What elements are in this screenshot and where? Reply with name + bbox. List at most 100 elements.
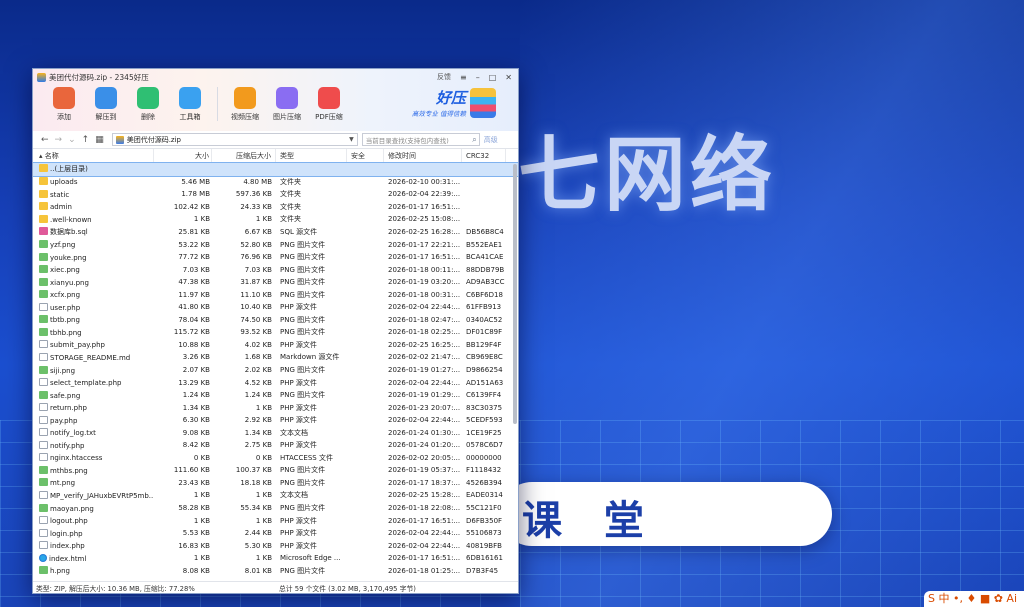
path-field[interactable]: 美团代付源码.zip ▼ [111,133,358,146]
feedback-link[interactable]: 反馈 [437,72,451,82]
file-mtime-cell: 2026-02-02 20:05:... [388,453,461,462]
table-row[interactable]: tbhb.png 115.72 KB 93.52 KB PNG 图片文件 2026-01… [33,326,518,339]
file-csize-cell: 10.40 KB [240,303,272,312]
file-name: yzf.png [50,241,76,250]
table-row[interactable]: index.html 1 KB 1 KB Microsoft Edge ... 2026… [33,552,518,565]
table-row[interactable]: xcfx.png 11.97 KB 11.10 KB PNG 图片文件 2026-01-… [33,288,518,301]
history-dropdown-icon[interactable]: ⌄ [68,135,76,145]
table-row[interactable]: 数据库b.sql 25.81 KB 6.67 KB SQL 源文件 2026-02-25… [33,226,518,239]
folder-icon [39,177,48,186]
table-row[interactable]: nginx.htaccess 0 KB 0 KB HTACCESS 文件 2026-02… [33,452,518,465]
file-name-cell: user.php [33,302,154,312]
table-row[interactable]: yzf.png 53.22 KB 52.80 KB PNG 图片文件 2026-01-1… [33,238,518,251]
table-row[interactable]: MP_verify_JAHuxbEVRtP5mb... 1 KB 1 KB 文本文档 2… [33,489,518,502]
file-crc-cell: 00000000 [466,453,502,462]
table-row[interactable]: logout.php 1 KB 1 KB PHP 源文件 2026-01-17 16:5… [33,514,518,527]
file-size-cell: 1.78 MB [181,190,210,199]
file-mtime-cell: 2026-01-19 01:27:... [388,366,461,375]
toolbar-label: 视频压缩 [231,113,259,121]
file-name: safe.png [50,391,81,400]
file-name: youke.png [50,253,87,262]
view-mode-icon[interactable]: ▦ [95,135,104,145]
file-type-cell: PHP 源文件 [280,516,317,525]
column-size[interactable]: 大小 [154,149,212,163]
table-row[interactable]: mt.png 23.43 KB 18.18 KB PNG 图片文件 2026-01-17… [33,477,518,490]
table-row[interactable]: return.php 1.34 KB 1 KB PHP 源文件 2026-01-23 2… [33,401,518,414]
advanced-search-button[interactable]: 高级 [484,135,498,145]
toolbar-button-toolbox[interactable]: 工具箱 [169,87,211,122]
back-icon[interactable]: ← [41,135,49,145]
table-row[interactable]: .well-known 1 KB 1 KB 文件夹 2026-02-25 15:08:.… [33,213,518,226]
path-text: 美团代付源码.zip [126,135,181,144]
table-row[interactable]: tbtb.png 78.04 KB 74.50 KB PNG 图片文件 2026-01-… [33,314,518,327]
table-row[interactable]: youke.png 77.72 KB 76.96 KB PNG 图片文件 2026-01… [33,251,518,264]
table-row[interactable]: login.php 5.53 KB 2.44 KB PHP 源文件 2026-02-04… [33,527,518,540]
file-type-cell: PNG 图片文件 [280,328,326,337]
toolbar-button-extract[interactable]: 解压到 [85,87,127,122]
file-csize-cell: 1 KB [255,516,272,525]
toolbar-button-add-archive[interactable]: 添加 [43,87,85,122]
file-size-cell: 25.81 KB [178,228,210,236]
table-row[interactable]: h.png 8.08 KB 8.01 KB PNG 图片文件 2026-01-18 01… [33,565,518,578]
table-row[interactable]: admin 102.42 KB 24.33 KB 文件夹 2026-01-17 16:5… [33,201,518,214]
table-row[interactable]: STORAGE_README.md 3.26 KB 1.68 KB Markdown … [33,351,518,364]
column-security[interactable]: 安全 [347,149,384,163]
toolbar-button-recycle[interactable]: 删除 [127,87,169,122]
table-row[interactable]: notify_log.txt 9.08 KB 1.34 KB 文本文档 2026-01-… [33,426,518,439]
folder-icon [39,189,48,198]
table-row[interactable]: pay.php 6.30 KB 2.92 KB PHP 源文件 2026-02-04 2… [33,414,518,427]
image-icon [39,390,48,399]
file-crc-cell: 1CE19F25 [466,428,502,437]
search-icon[interactable]: ⌕ [472,135,476,145]
file-name-cell: select_template.php [33,378,154,387]
table-row[interactable]: user.php 41.80 KB 10.40 KB PHP 源文件 2026-02-0… [33,301,518,314]
toolbar-button-pdf-compress[interactable]: PDF压缩 [308,87,350,122]
parent-directory-row[interactable]: ..(上层目录) [33,162,518,177]
table-row[interactable]: submit_pay.php 10.88 KB 4.02 KB PHP 源文件 2026… [33,339,518,352]
table-row[interactable]: uploads 5.46 MB 4.80 MB 文件夹 2026-02-10 00:31… [33,176,518,189]
table-row[interactable]: index.php 16.83 KB 5.30 KB PHP 源文件 2026-02-0… [33,539,518,552]
table-row[interactable]: xiec.png 7.03 KB 7.03 KB PNG 图片文件 2026-01-18… [33,263,518,276]
file-type-cell: 文件夹 [280,215,301,224]
file-mtime-cell: 2026-01-18 00:11:... [388,265,461,274]
table-row[interactable]: safe.png 1.24 KB 1.24 KB PNG 图片文件 2026-01-19… [33,389,518,402]
column-type[interactable]: 类型 [276,149,347,163]
file-type-cell: Microsoft Edge ... [280,554,341,563]
column-modified[interactable]: 修改时间 [384,149,462,163]
forward-icon[interactable]: → [55,135,63,145]
file-name-cell: uploads [33,177,154,186]
file-crc-cell: 55106873 [466,529,502,538]
table-row[interactable]: maoyan.png 58.28 KB 55.34 KB PNG 图片文件 2026-0… [33,502,518,515]
search-input[interactable]: 当前目录查找(支持包内查找) ⌕ [361,133,480,146]
table-row[interactable]: mthbs.png 111.60 KB 100.37 KB PNG 图片文件 2026-… [33,464,518,477]
vertical-scrollbar[interactable] [513,164,517,424]
file-crc-cell: 6DB16161 [466,554,503,563]
column-crc[interactable]: CRC32 [462,149,506,163]
file-rows: ..(上层目录) uploads 5.46 MB 4.80 MB 文件夹 2026-02-… [33,162,518,578]
up-icon[interactable]: ↑ [82,135,90,145]
column-compressed-size[interactable]: 压缩后大小 [212,149,276,163]
table-row[interactable]: notify.php 8.42 KB 2.75 KB PHP 源文件 2026-01-2… [33,439,518,452]
toolbar-button-image-compress[interactable]: 图片压缩 [266,87,308,122]
file-crc-cell: C6139FF4 [466,391,502,400]
toolbar-label: 解压到 [95,113,117,121]
menu-icon[interactable]: ≡ [460,73,467,82]
file-name-cell: maoyan.png [33,503,154,513]
table-row[interactable]: static 1.78 MB 597.36 KB 文件夹 2026-02-04 22:3… [33,188,518,201]
system-tray[interactable]: S 中 •, ♦ ■ ✿ Ai [924,591,1024,607]
table-row[interactable]: siji.png 2.07 KB 2.02 KB PNG 图片文件 2026-01-19… [33,364,518,377]
table-row[interactable]: select_template.php 13.29 KB 4.52 KB PHP 源文… [33,376,518,389]
column-name[interactable]: ▴ 名称 [33,149,154,163]
file-name-cell: admin [33,202,154,211]
file-size-cell: 1 KB [193,516,210,525]
maximize-button[interactable]: □ [489,73,497,82]
path-dropdown-icon[interactable]: ▼ [349,136,354,143]
close-button[interactable]: ✕ [505,73,512,82]
file-name: select_template.php [50,379,122,388]
minimize-button[interactable]: – [476,73,480,82]
toolbox-icon [179,87,201,109]
file-csize-cell: 1 KB [255,403,272,412]
toolbar-button-video-compress[interactable]: 视频压缩 [224,87,266,122]
table-row[interactable]: xianyu.png 47.38 KB 31.87 KB PNG 图片文件 2026-0… [33,276,518,289]
file-name: mt.png [50,479,76,488]
